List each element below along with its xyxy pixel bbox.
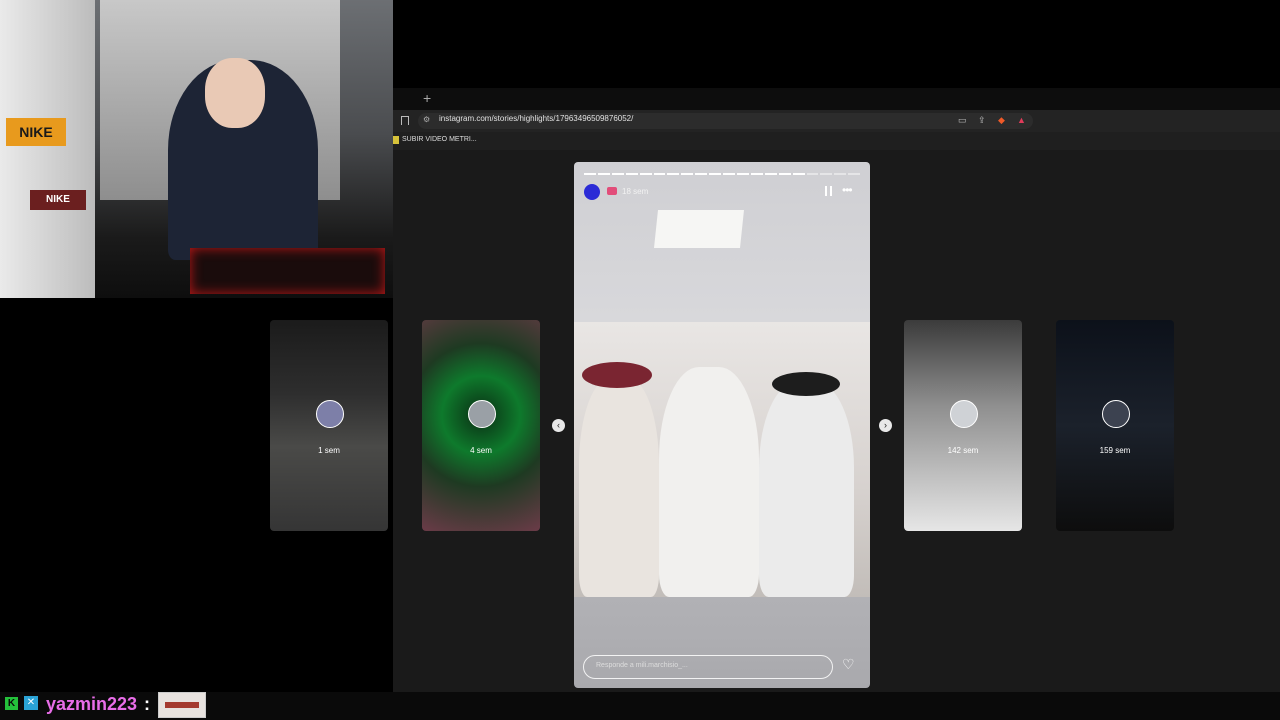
webcam-streamer-head xyxy=(205,58,265,128)
avatar[interactable] xyxy=(584,184,600,200)
chat-username: yazmin223 xyxy=(46,694,138,714)
hat-figure xyxy=(772,372,840,396)
story-thumbnail[interactable]: 4 sem xyxy=(422,320,540,531)
webcam-nike-box: NIKE xyxy=(6,118,66,146)
story-thumbnail[interactable]: 159 sem xyxy=(1056,320,1174,531)
avatar xyxy=(316,400,344,428)
hat-figure xyxy=(582,362,652,388)
progress-segment xyxy=(709,173,722,175)
story-image xyxy=(574,322,870,597)
story-time: 4 sem xyxy=(470,446,492,455)
progress-segment xyxy=(584,173,596,175)
avatar xyxy=(468,400,496,428)
progress-segment xyxy=(625,173,638,175)
new-tab-button[interactable]: + xyxy=(423,90,431,106)
story-time: 142 sem xyxy=(947,446,979,455)
share-icon[interactable]: ⇪ xyxy=(978,115,986,126)
story-time: 159 sem xyxy=(1099,446,1131,455)
story-image-light xyxy=(654,210,744,248)
progress-segment xyxy=(653,173,666,175)
bookmark-icon[interactable] xyxy=(401,116,409,125)
progress-segment xyxy=(736,173,749,175)
progress-segment xyxy=(695,173,708,175)
progress-segment xyxy=(806,173,819,175)
bookmarks-bar: SUBIR VIDEO METRI... xyxy=(393,132,1280,150)
site-info-icon[interactable]: ⚙ xyxy=(423,115,430,124)
reply-input[interactable]: Responde a mili.marchisio_... xyxy=(583,655,833,679)
progress-segment xyxy=(723,173,735,175)
story-progress-bar xyxy=(584,173,861,175)
person-figure xyxy=(659,367,759,597)
next-story-button[interactable]: › xyxy=(879,419,892,432)
bookmark-item[interactable]: SUBIR VIDEO METRI... xyxy=(402,136,477,143)
progress-segment xyxy=(820,173,833,175)
progress-segment xyxy=(848,173,861,175)
tab-bar: + xyxy=(393,88,1280,110)
progress-segment xyxy=(834,173,847,175)
progress-segment xyxy=(611,173,624,175)
sub-badge-icon: ✕ xyxy=(24,696,38,710)
progress-segment xyxy=(792,173,805,175)
cast-icon[interactable]: ▭ xyxy=(958,115,967,126)
progress-segment xyxy=(639,173,652,175)
person-figure xyxy=(579,377,659,597)
avatar xyxy=(950,400,978,428)
webcam-keyboard xyxy=(190,248,385,294)
reply-placeholder: Responde a mili.marchisio_... xyxy=(596,662,688,669)
webcam-nike-box: NIKE xyxy=(30,190,86,210)
story-time: 1 sem xyxy=(318,446,340,455)
progress-segment xyxy=(778,173,791,175)
brave-rewards-icon[interactable]: ▲ xyxy=(1017,115,1026,125)
progress-segment xyxy=(764,173,777,175)
avatar xyxy=(1102,400,1130,428)
story-thumbnail[interactable]: 1 sem xyxy=(270,320,388,531)
username-badge[interactable] xyxy=(607,187,617,195)
heart-icon[interactable]: ♡ xyxy=(842,656,855,673)
active-story[interactable]: 18 sem ••• Responde a mili.marchisio_...… xyxy=(574,162,870,688)
progress-segment xyxy=(750,173,763,175)
person-figure xyxy=(759,382,854,597)
pause-icon[interactable] xyxy=(825,186,833,196)
webcam-curtain xyxy=(0,0,95,298)
brave-shield-icon[interactable]: ◆ xyxy=(998,115,1005,126)
previous-story-button[interactable]: ‹ xyxy=(552,419,565,432)
url-text[interactable]: instagram.com/stories/highlights/1796349… xyxy=(439,114,633,123)
chat-emote xyxy=(158,692,206,718)
chat-separator: : xyxy=(144,694,150,714)
folder-icon xyxy=(393,136,399,144)
kick-badge-icon: K xyxy=(5,697,18,710)
progress-segment xyxy=(681,173,694,175)
progress-segment xyxy=(667,173,680,175)
more-icon[interactable]: ••• xyxy=(842,183,853,197)
story-time: 18 sem xyxy=(622,187,649,196)
webcam-overlay: NIKE NIKE xyxy=(0,0,393,298)
progress-segment xyxy=(597,173,610,175)
story-thumbnail[interactable]: 142 sem xyxy=(904,320,1022,531)
chat-message: K ✕ yazmin223 : xyxy=(0,692,1280,720)
